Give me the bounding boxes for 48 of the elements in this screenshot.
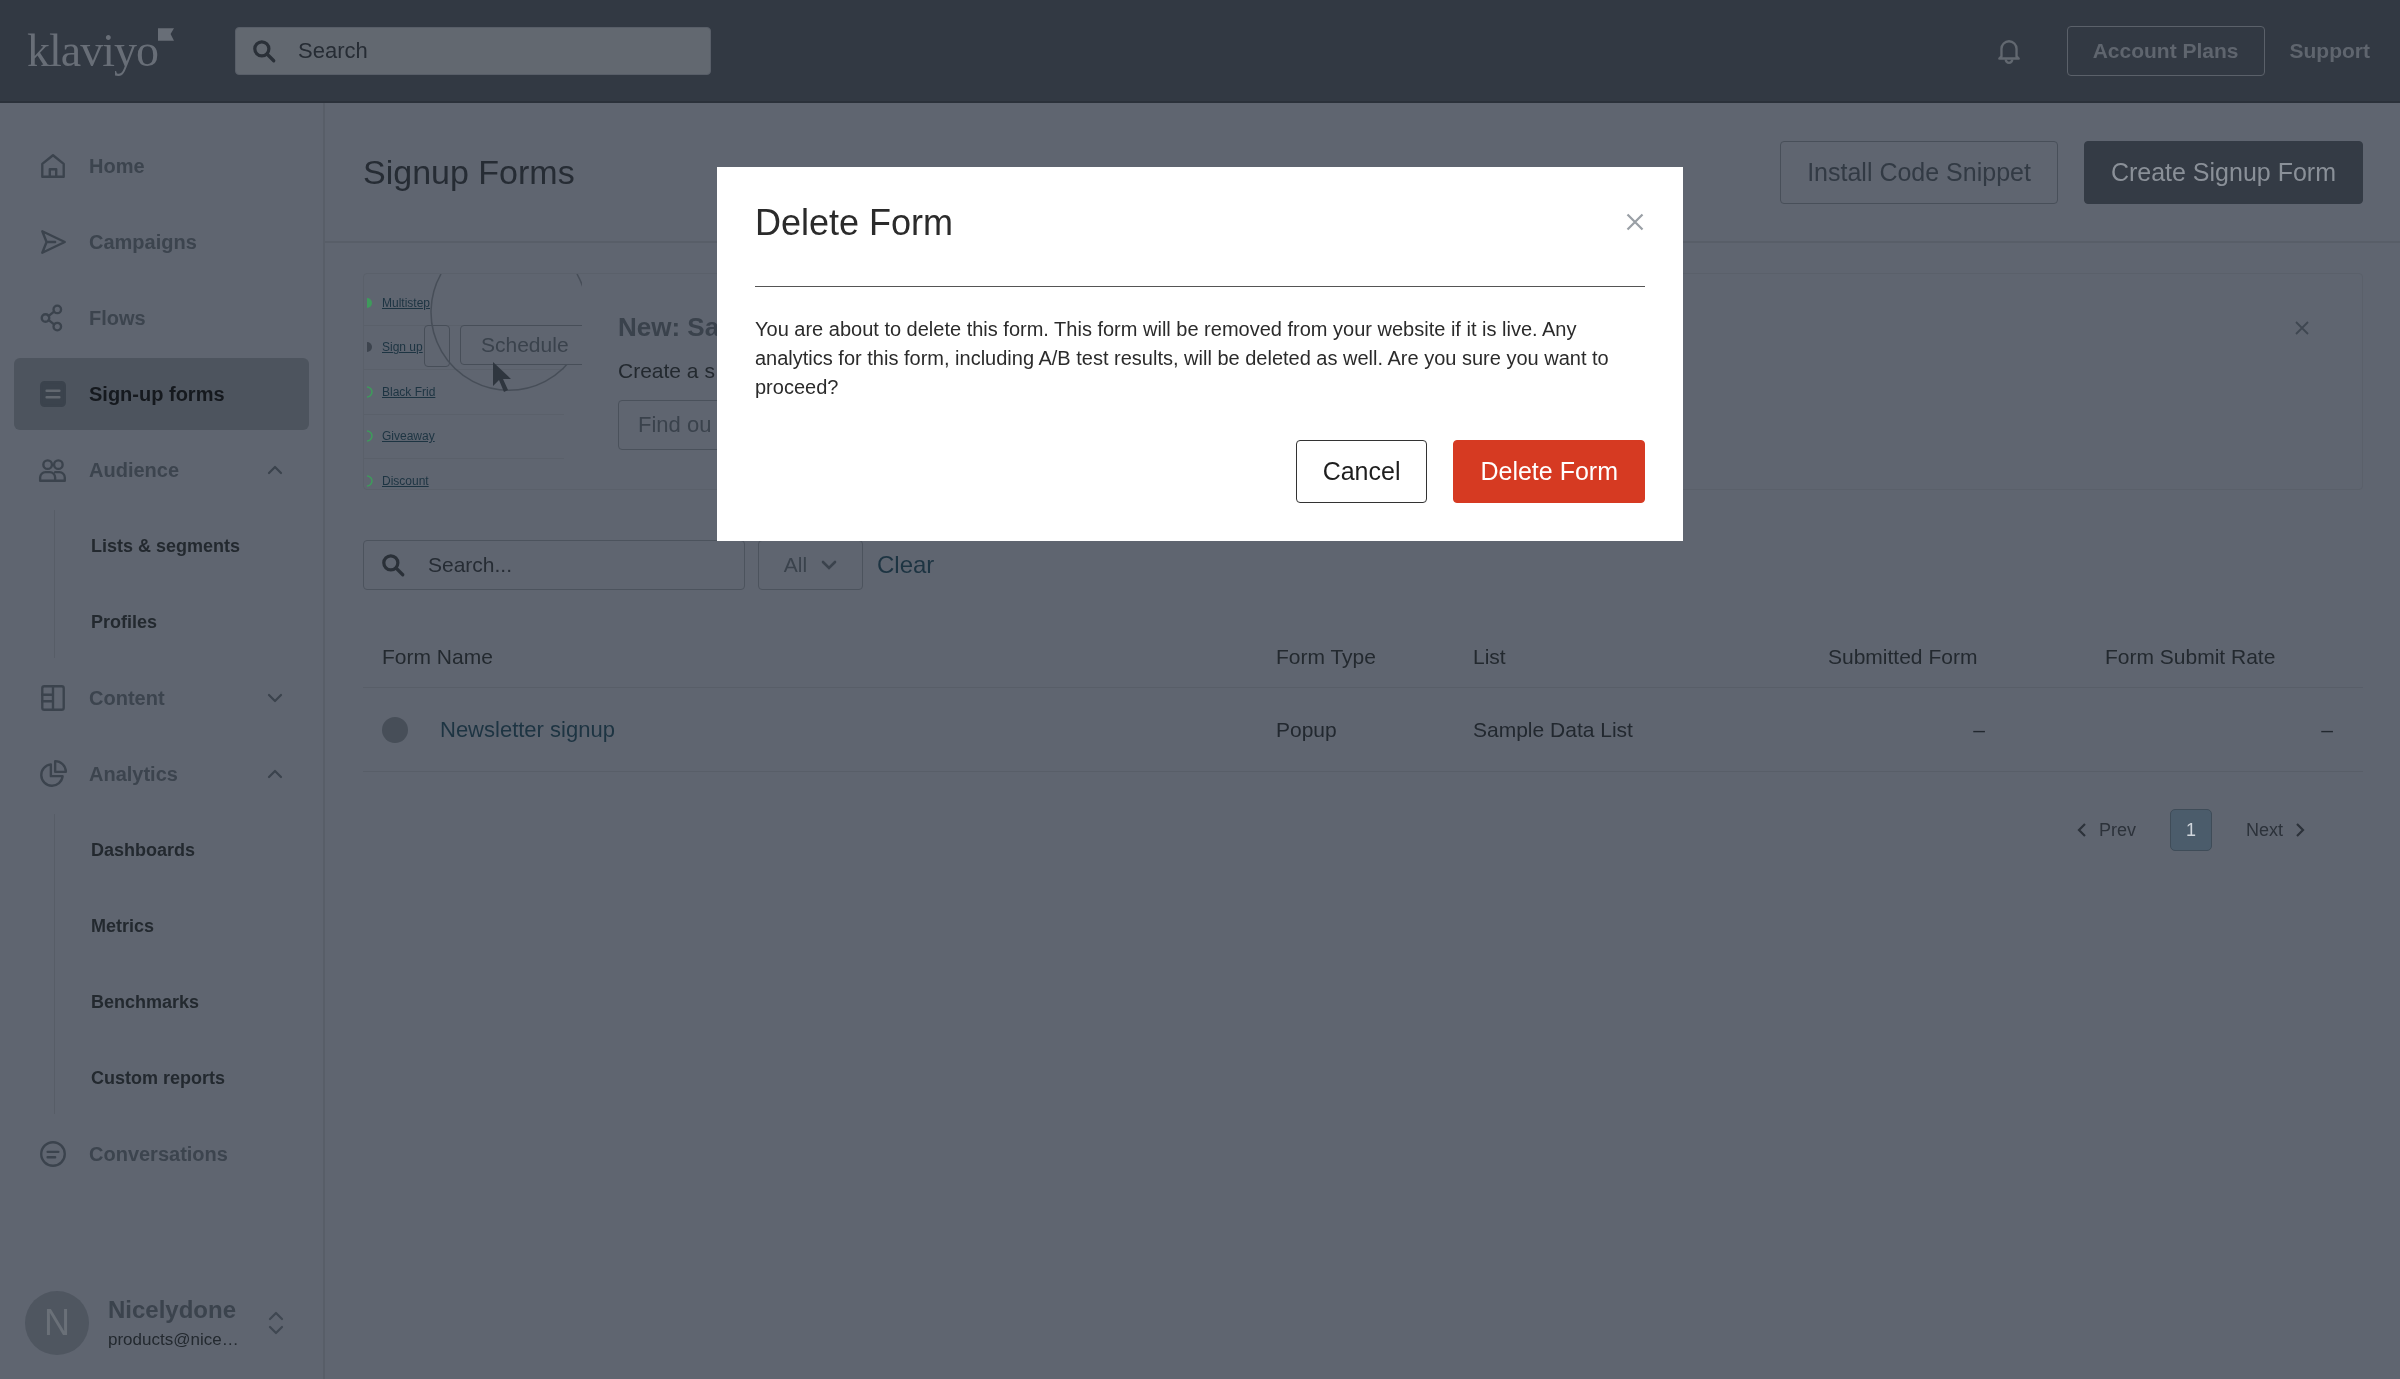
delete-button[interactable]: Delete Form: [1453, 440, 1645, 503]
pie-icon: [38, 759, 68, 789]
clear-link[interactable]: Clear: [877, 551, 935, 579]
close-icon[interactable]: [2294, 320, 2310, 336]
close-icon[interactable]: [1625, 212, 1645, 232]
chevron-left-icon: [2076, 822, 2087, 838]
column-header: Form Name: [382, 645, 494, 669]
page-title: Signup Forms: [363, 152, 575, 192]
form-icon: [38, 379, 68, 409]
search-icon: [251, 37, 277, 64]
dialog-title: Delete Form: [755, 201, 954, 244]
column-header: List: [1473, 645, 1507, 669]
search-field[interactable]: Search: [235, 26, 711, 75]
doc-icon: [38, 683, 68, 713]
chevron-down-icon: [821, 560, 838, 570]
nav-item[interactable]: Sign-up forms: [14, 358, 309, 430]
user-email: products@nice…: [108, 1330, 240, 1350]
chevron-down-icon: [267, 693, 283, 703]
create-button[interactable]: Create Signup Form: [2083, 140, 2363, 204]
dialog-message: You are about to delete this form. This form will be removed from your website if it is live. Any analytics for this form, including A/B test results, will be deleted as well. Are you sure you want to proceed?: [755, 317, 1610, 400]
search-icon: [380, 552, 406, 578]
table-cell-text: Popup: [1276, 717, 1338, 742]
table-cell-text: –: [1972, 717, 1986, 742]
cancel-button[interactable]: Cancel: [1295, 440, 1428, 503]
chevron-up-icon: [267, 465, 283, 475]
search-field[interactable]: Search...: [363, 540, 745, 590]
expand-icon[interactable]: [268, 1310, 284, 1336]
table-cell-text: Sample Data List: [1473, 717, 1634, 742]
column-header: Submitted Form: [1828, 645, 1979, 669]
nav-subitem[interactable]: Benchmarks: [55, 966, 323, 1038]
send-icon: [38, 227, 68, 257]
table-cell-text: –: [2320, 717, 2334, 742]
chevron-up-icon: [267, 769, 283, 779]
mock-field: [424, 325, 450, 367]
page-button[interactable]: 1: [2170, 809, 2212, 851]
status-dot: [382, 716, 408, 743]
chat-icon: [38, 1139, 68, 1169]
chevron-right-icon: [2295, 822, 2305, 838]
nav-subitem[interactable]: Profiles: [55, 586, 323, 658]
column-header: Form Type: [1276, 645, 1377, 669]
column-header: Form Submit Rate: [2105, 645, 2277, 669]
nav-subitem[interactable]: Lists & segments: [55, 510, 323, 582]
nav-subitem[interactable]: Dashboards: [55, 814, 323, 886]
nav-subitem[interactable]: Custom reports: [55, 1042, 323, 1114]
nav-subitem[interactable]: Metrics: [55, 890, 323, 962]
home-icon: [38, 151, 68, 181]
form-link[interactable]: Newsletter signup: [440, 716, 615, 743]
banner-text: Create a s: [618, 359, 715, 383]
